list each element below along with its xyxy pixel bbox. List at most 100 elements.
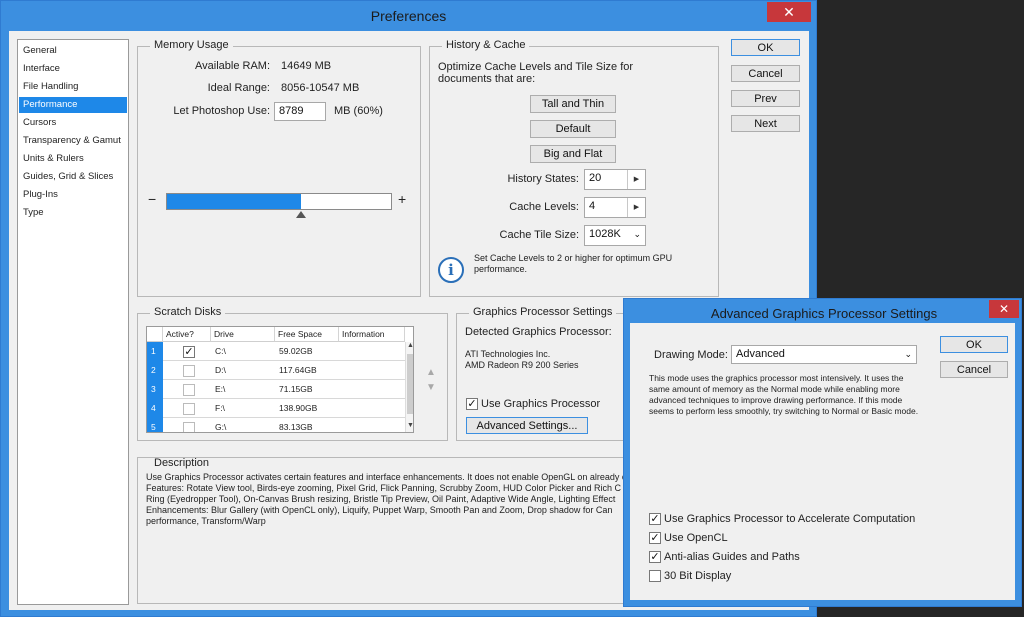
available-ram-value: 14649 MB — [281, 60, 332, 72]
close-button[interactable]: ✕ — [767, 2, 811, 22]
prev-button[interactable]: Prev — [731, 90, 800, 107]
cache-tile-size-value: 1028K — [589, 228, 621, 240]
memory-amount-input[interactable]: 8789 — [274, 102, 326, 121]
advanced-ok-button[interactable]: OK — [940, 336, 1008, 353]
category-list: General Interface File Handling Performa… — [17, 39, 129, 605]
active-checkbox[interactable]: ✓ — [183, 346, 195, 358]
history-cache-group: History & Cache Optimize Cache Levels an… — [429, 39, 719, 297]
decrease-memory-button[interactable]: − — [148, 191, 156, 207]
active-checkbox[interactable] — [183, 365, 195, 377]
history-states-label: History States: — [507, 173, 579, 185]
cancel-button[interactable]: Cancel — [731, 65, 800, 82]
scroll-down-icon[interactable]: ▼ — [406, 422, 413, 429]
category-guides-grid[interactable]: Guides, Grid & Slices — [19, 169, 127, 185]
gpu-model: AMD Radeon R9 200 Series — [465, 360, 579, 370]
scratch-disks-table: Active? Drive Free Space Information 1 ✓… — [146, 326, 414, 433]
ideal-range-value: 8056-10547 MB — [281, 82, 360, 94]
category-type[interactable]: Type — [19, 205, 127, 221]
active-column-header[interactable]: Active? — [163, 327, 211, 342]
memory-percent-label: MB (60%) — [334, 105, 383, 117]
checkmark-icon: ✓ — [650, 532, 660, 544]
information-column-header[interactable]: Information — [339, 327, 405, 342]
free-space-cell: 138.90GB — [279, 403, 318, 413]
use-gpu-checkbox[interactable]: ✓ — [466, 398, 478, 410]
table-row[interactable]: 3 E:\ 71.15GB — [147, 380, 405, 399]
use-opencl-label: Use OpenCL — [664, 532, 728, 544]
drive-column-header[interactable]: Drive — [211, 327, 275, 342]
category-general[interactable]: General — [19, 43, 127, 59]
memory-slider-track[interactable] — [166, 193, 392, 210]
history-states-stepper-icon[interactable]: ▶ — [627, 170, 645, 189]
advanced-close-button[interactable]: ✕ — [989, 300, 1019, 318]
next-button[interactable]: Next — [731, 115, 800, 132]
tall-and-thin-button[interactable]: Tall and Thin — [530, 95, 616, 113]
table-row[interactable]: 1 ✓ C:\ 59.02GB — [147, 342, 405, 361]
category-performance[interactable]: Performance — [19, 97, 127, 113]
history-cache-legend: History & Cache — [442, 39, 530, 51]
cache-levels-label: Cache Levels: — [509, 201, 579, 213]
cache-levels-stepper-icon[interactable]: ▶ — [627, 198, 645, 217]
ok-button[interactable]: OK — [731, 39, 800, 56]
anti-alias-label: Anti-alias Guides and Paths — [664, 551, 800, 563]
memory-usage-legend: Memory Usage — [150, 39, 233, 51]
scrollbar-thumb[interactable] — [407, 354, 413, 414]
category-file-handling[interactable]: File Handling — [19, 79, 127, 95]
advanced-settings-button[interactable]: Advanced Settings... — [466, 417, 588, 434]
memory-slider-fill — [167, 194, 301, 209]
cache-levels-input[interactable]: 4 ▶ — [584, 197, 646, 218]
scroll-up-icon[interactable]: ▲ — [406, 342, 413, 349]
graphics-processor-legend: Graphics Processor Settings — [469, 306, 617, 318]
close-icon: ✕ — [998, 302, 1010, 316]
checkmark-icon: ✓ — [650, 513, 660, 525]
let-photoshop-use-label: Let Photoshop Use: — [173, 105, 270, 117]
drive-cell: G:\ — [215, 422, 227, 432]
category-cursors[interactable]: Cursors — [19, 115, 127, 131]
increase-memory-button[interactable]: + — [398, 191, 406, 207]
accelerate-computation-checkbox[interactable]: ✓ — [649, 513, 661, 525]
table-scrollbar[interactable]: ▲ ▼ — [405, 342, 413, 432]
drawing-mode-select[interactable]: Advanced ⌄ — [731, 345, 917, 364]
big-and-flat-button[interactable]: Big and Flat — [530, 145, 616, 163]
category-transparency[interactable]: Transparency & Gamut — [19, 133, 127, 149]
memory-slider-thumb[interactable] — [296, 211, 306, 218]
row-number: 3 — [147, 380, 163, 399]
cache-tile-size-select[interactable]: 1028K ⌄ — [584, 225, 646, 246]
drawing-mode-label: Drawing Mode: — [654, 349, 728, 361]
memory-usage-group: Memory Usage Available RAM: 14649 MB Ide… — [137, 39, 421, 297]
advanced-dialog-body: Drawing Mode: Advanced ⌄ This mode uses … — [630, 323, 1015, 600]
active-checkbox[interactable] — [183, 403, 195, 415]
available-ram-label: Available RAM: — [195, 60, 270, 72]
checkmark-icon: ✓ — [184, 346, 194, 358]
cache-levels-value: 4 — [589, 200, 596, 212]
free-space-column-header[interactable]: Free Space — [275, 327, 339, 342]
table-row[interactable]: 5 G:\ 83.13GB — [147, 418, 405, 432]
advanced-cancel-button[interactable]: Cancel — [940, 361, 1008, 378]
active-checkbox[interactable] — [183, 422, 195, 432]
detected-gpu-label: Detected Graphics Processor: — [465, 326, 612, 338]
window-title: Preferences — [370, 8, 447, 24]
active-checkbox[interactable] — [183, 384, 195, 396]
history-states-input[interactable]: 20 ▶ — [584, 169, 646, 190]
row-number: 4 — [147, 399, 163, 418]
table-row[interactable]: 4 F:\ 138.90GB — [147, 399, 405, 418]
advanced-gpu-dialog: Advanced Graphics Processor Settings ✕ D… — [623, 298, 1022, 607]
drawing-mode-value: Advanced — [736, 348, 785, 360]
category-interface[interactable]: Interface — [19, 61, 127, 77]
default-button[interactable]: Default — [530, 120, 616, 138]
30-bit-display-checkbox[interactable] — [649, 570, 661, 582]
move-up-arrow-icon[interactable]: ▲ — [426, 367, 436, 378]
use-opencl-checkbox[interactable]: ✓ — [649, 532, 661, 544]
anti-alias-checkbox[interactable]: ✓ — [649, 551, 661, 563]
free-space-cell: 71.15GB — [279, 384, 313, 394]
free-space-cell: 117.64GB — [279, 365, 317, 375]
row-number: 5 — [147, 418, 163, 432]
category-plug-ins[interactable]: Plug-Ins — [19, 187, 127, 203]
drive-cell: E:\ — [215, 384, 226, 394]
category-units-rulers[interactable]: Units & Rulers — [19, 151, 127, 167]
optimize-cache-text: Optimize Cache Levels and Tile Size for … — [438, 61, 634, 85]
row-number: 1 — [147, 342, 163, 361]
advanced-dialog-title: Advanced Graphics Processor Settings — [710, 306, 938, 321]
move-down-arrow-icon[interactable]: ▼ — [426, 382, 436, 393]
free-space-cell: 59.02GB — [279, 346, 313, 356]
table-row[interactable]: 2 D:\ 117.64GB — [147, 361, 405, 380]
